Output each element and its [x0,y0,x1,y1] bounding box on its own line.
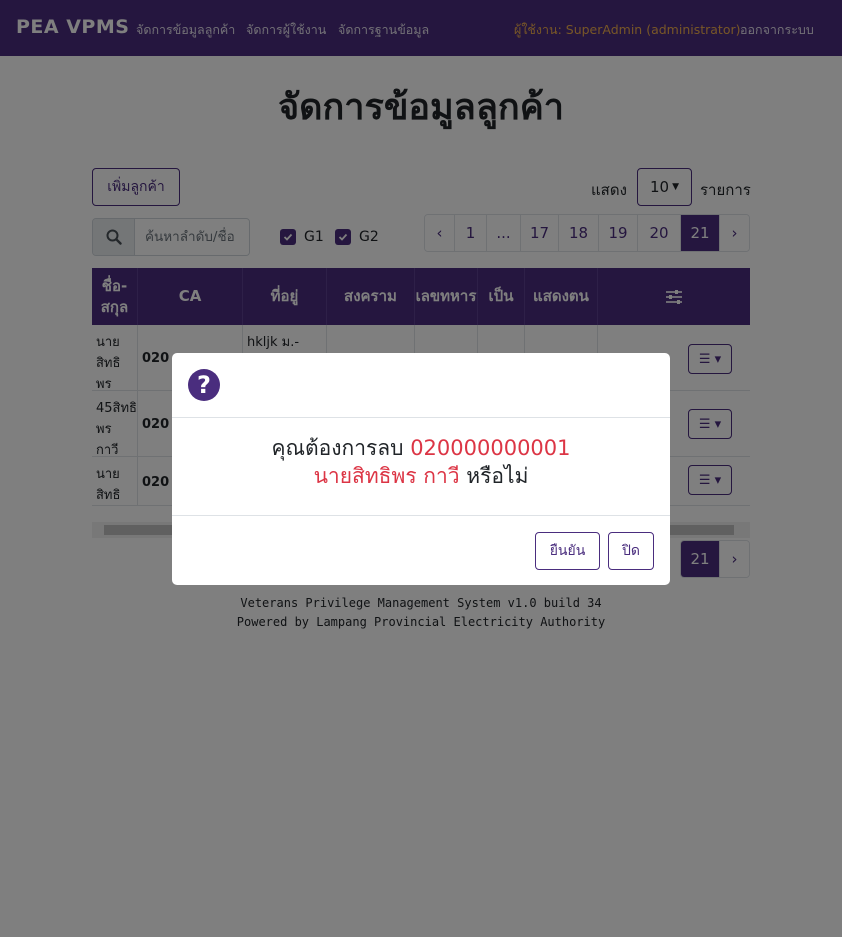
modal-footer: ยืนยัน ปิด [172,515,670,585]
question-circle-icon: ? [188,369,220,401]
confirm-suffix: หรือไม่ [466,464,529,488]
delete-confirm-modal: ? คุณต้องการลบ 020000000001 นายสิทธิพร ก… [172,353,670,585]
modal-header: ? [172,353,670,418]
modal-body: คุณต้องการลบ 020000000001 นายสิทธิพร กาว… [172,418,670,515]
confirm-line-1: คุณต้องการลบ 020000000001 [172,434,670,462]
confirm-line-2: นายสิทธิพร กาวี หรือไม่ [172,462,670,490]
confirm-prefix: คุณต้องการลบ [271,436,404,460]
confirm-customer-name: นายสิทธิพร กาวี [313,464,460,488]
close-button[interactable]: ปิด [608,532,654,570]
confirm-button[interactable]: ยืนยัน [535,532,600,570]
confirm-ca-number: 020000000001 [410,436,571,460]
